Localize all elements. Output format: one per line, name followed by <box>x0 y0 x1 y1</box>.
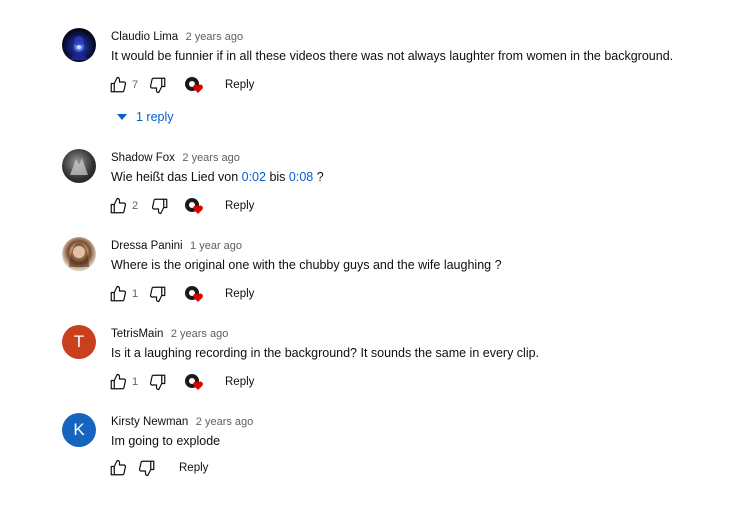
comment-author[interactable]: Dressa Panini <box>111 240 183 252</box>
triangle-down-icon <box>117 114 127 120</box>
like-count: 1 <box>132 288 139 300</box>
profile-photo <box>70 36 88 60</box>
replies-label[interactable]: 1 reply <box>136 110 174 124</box>
comment-time[interactable]: 2 years ago <box>182 152 239 164</box>
comment-header: TetrisMain 2 years ago <box>111 325 228 342</box>
profile-photo <box>69 243 89 267</box>
reply-button[interactable]: Reply <box>179 459 208 477</box>
comment-text-suffix: ? <box>313 170 324 184</box>
dislike-button[interactable] <box>151 197 169 215</box>
thumb-down-icon <box>138 460 155 477</box>
reply-button[interactable]: Reply <box>225 76 254 94</box>
comment-time[interactable]: 2 years ago <box>196 416 253 428</box>
creator-heart-icon <box>185 286 203 302</box>
dislike-button[interactable] <box>149 285 167 303</box>
timestamp-link[interactable]: 0:08 <box>289 170 313 184</box>
timestamp-link[interactable]: 0:02 <box>242 170 266 184</box>
creator-heart-icon <box>185 77 203 93</box>
comment-text-mid: bis <box>265 170 289 184</box>
thumb-down-icon <box>149 286 166 303</box>
comment-time[interactable]: 2 years ago <box>186 31 243 43</box>
comment-text-prefix: Wie heißt das Lied von <box>111 170 242 184</box>
dislike-button[interactable] <box>138 459 156 477</box>
avatar[interactable] <box>62 28 96 62</box>
comment-time[interactable]: 2 years ago <box>171 328 228 340</box>
thumb-up-icon <box>110 373 127 390</box>
comment-text: Is it a laughing recording in the backgr… <box>111 346 540 360</box>
thumb-up-icon <box>110 197 127 214</box>
comment-header: Kirsty Newman 2 years ago <box>111 413 253 430</box>
like-count: 1 <box>132 376 139 388</box>
reply-button[interactable]: Reply <box>225 285 254 303</box>
avatar[interactable]: T <box>62 325 96 359</box>
avatar-letter: K <box>73 420 85 439</box>
comment-text: Im going to explode <box>111 434 221 448</box>
comment-text: It would be funnier if in all these vide… <box>111 49 674 63</box>
dislike-button[interactable] <box>149 373 167 391</box>
avatar[interactable]: K <box>62 413 96 447</box>
creator-heart <box>185 285 205 303</box>
thumb-up-icon <box>110 459 127 476</box>
comment-author[interactable]: TetrisMain <box>111 328 163 340</box>
dislike-button[interactable] <box>149 76 167 94</box>
replies-toggle[interactable]: 1 reply <box>116 108 174 126</box>
profile-photo <box>70 158 88 175</box>
avatar-letter: T <box>73 332 85 351</box>
comment-author[interactable]: Kirsty Newman <box>111 416 188 428</box>
creator-heart-icon <box>185 374 203 390</box>
creator-heart-icon <box>185 198 203 214</box>
comment-author[interactable]: Shadow Fox <box>111 152 175 164</box>
like-count: 7 <box>132 79 139 91</box>
reply-button[interactable]: Reply <box>225 373 254 391</box>
comment-text: Where is the original one with the chubb… <box>111 258 502 272</box>
comment-header: Dressa Panini 1 year ago <box>111 237 242 254</box>
comment-text: Wie heißt das Lied von 0:02 bis 0:08 ? <box>111 169 324 185</box>
like-button[interactable] <box>109 76 127 94</box>
like-button[interactable] <box>109 373 127 391</box>
avatar[interactable] <box>62 149 96 183</box>
comment-author[interactable]: Claudio Lima <box>111 31 178 43</box>
like-button[interactable] <box>109 459 127 477</box>
like-button[interactable] <box>109 285 127 303</box>
thumb-down-icon <box>151 198 168 215</box>
creator-heart <box>185 373 205 391</box>
like-count: 2 <box>132 200 139 212</box>
thumb-down-icon <box>149 374 166 391</box>
thumb-up-icon <box>110 76 127 93</box>
reply-button[interactable]: Reply <box>225 197 254 215</box>
like-button[interactable] <box>109 197 127 215</box>
thumb-down-icon <box>149 77 166 94</box>
thumb-up-icon <box>110 285 127 302</box>
comment-header: Claudio Lima 2 years ago <box>111 28 243 45</box>
comment-time[interactable]: 1 year ago <box>190 240 242 252</box>
creator-heart <box>185 197 205 215</box>
comment-header: Shadow Fox 2 years ago <box>111 149 240 166</box>
avatar[interactable] <box>62 237 96 271</box>
creator-heart <box>185 76 205 94</box>
